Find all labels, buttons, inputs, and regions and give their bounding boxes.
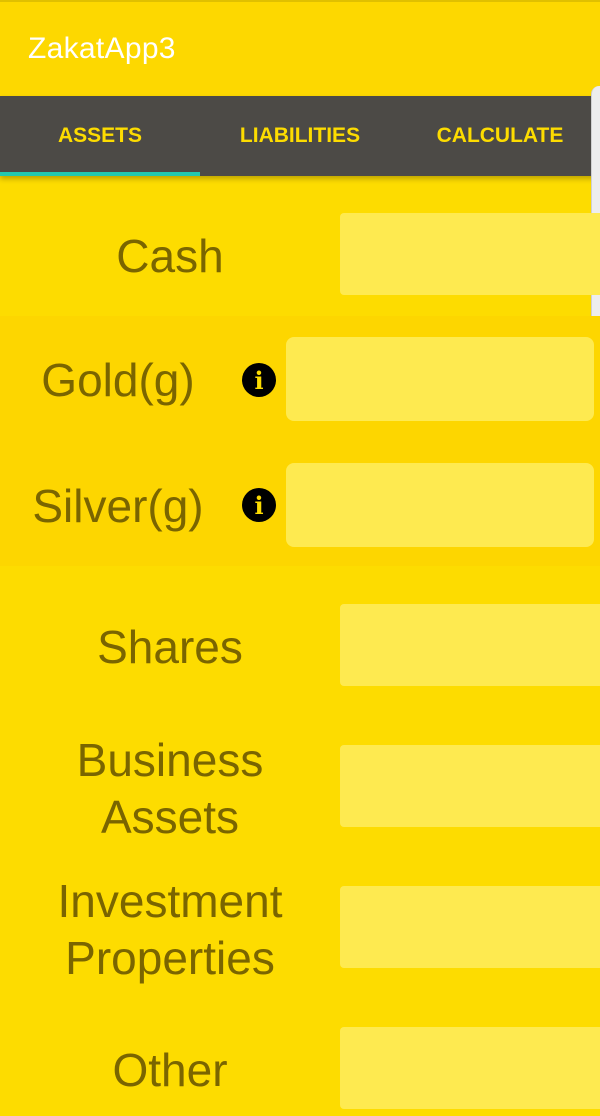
gold-info-icon[interactable]: i <box>242 363 276 397</box>
business-assets-label-line1: Business <box>76 734 264 786</box>
investment-properties-label: Investment Properties <box>20 873 320 987</box>
shares-label: Shares <box>97 621 243 673</box>
cash-input[interactable] <box>340 213 600 295</box>
business-assets-input[interactable] <box>340 745 600 827</box>
tab-assets[interactable]: ASSETS <box>0 96 200 176</box>
other-label: Other <box>112 1044 228 1096</box>
cash-label: Cash <box>116 230 224 282</box>
silver-input[interactable] <box>286 463 594 547</box>
tab-liabilities[interactable]: LIABILITIES <box>200 96 400 176</box>
tab-assets-label: ASSETS <box>57 124 143 147</box>
tab-calculate[interactable]: CALCULATE <box>400 96 600 176</box>
business-assets-label: Business Assets <box>20 732 320 846</box>
app-bar: ZakatApp3 <box>0 0 600 96</box>
investment-properties-label-line1: Investment <box>57 875 283 927</box>
investment-properties-input[interactable] <box>340 886 600 968</box>
tab-liabilities-label: LIABILITIES <box>239 124 361 147</box>
tab-selected-indicator <box>0 172 200 176</box>
other-input[interactable] <box>340 1027 600 1109</box>
gold-input[interactable] <box>286 337 594 421</box>
app-title: ZakatApp3 <box>28 32 176 65</box>
shares-input[interactable] <box>340 604 600 686</box>
investment-properties-label-line2: Properties <box>65 932 275 984</box>
silver-info-icon[interactable]: i <box>242 488 276 522</box>
tab-bar: ASSETS LIABILITIES CALCULATE <box>0 96 600 176</box>
gold-label: Gold(g) <box>41 354 195 406</box>
tab-calculate-label: CALCULATE <box>436 124 564 147</box>
business-assets-label-line2: Assets <box>100 791 240 843</box>
silver-label: Silver(g) <box>32 480 204 532</box>
